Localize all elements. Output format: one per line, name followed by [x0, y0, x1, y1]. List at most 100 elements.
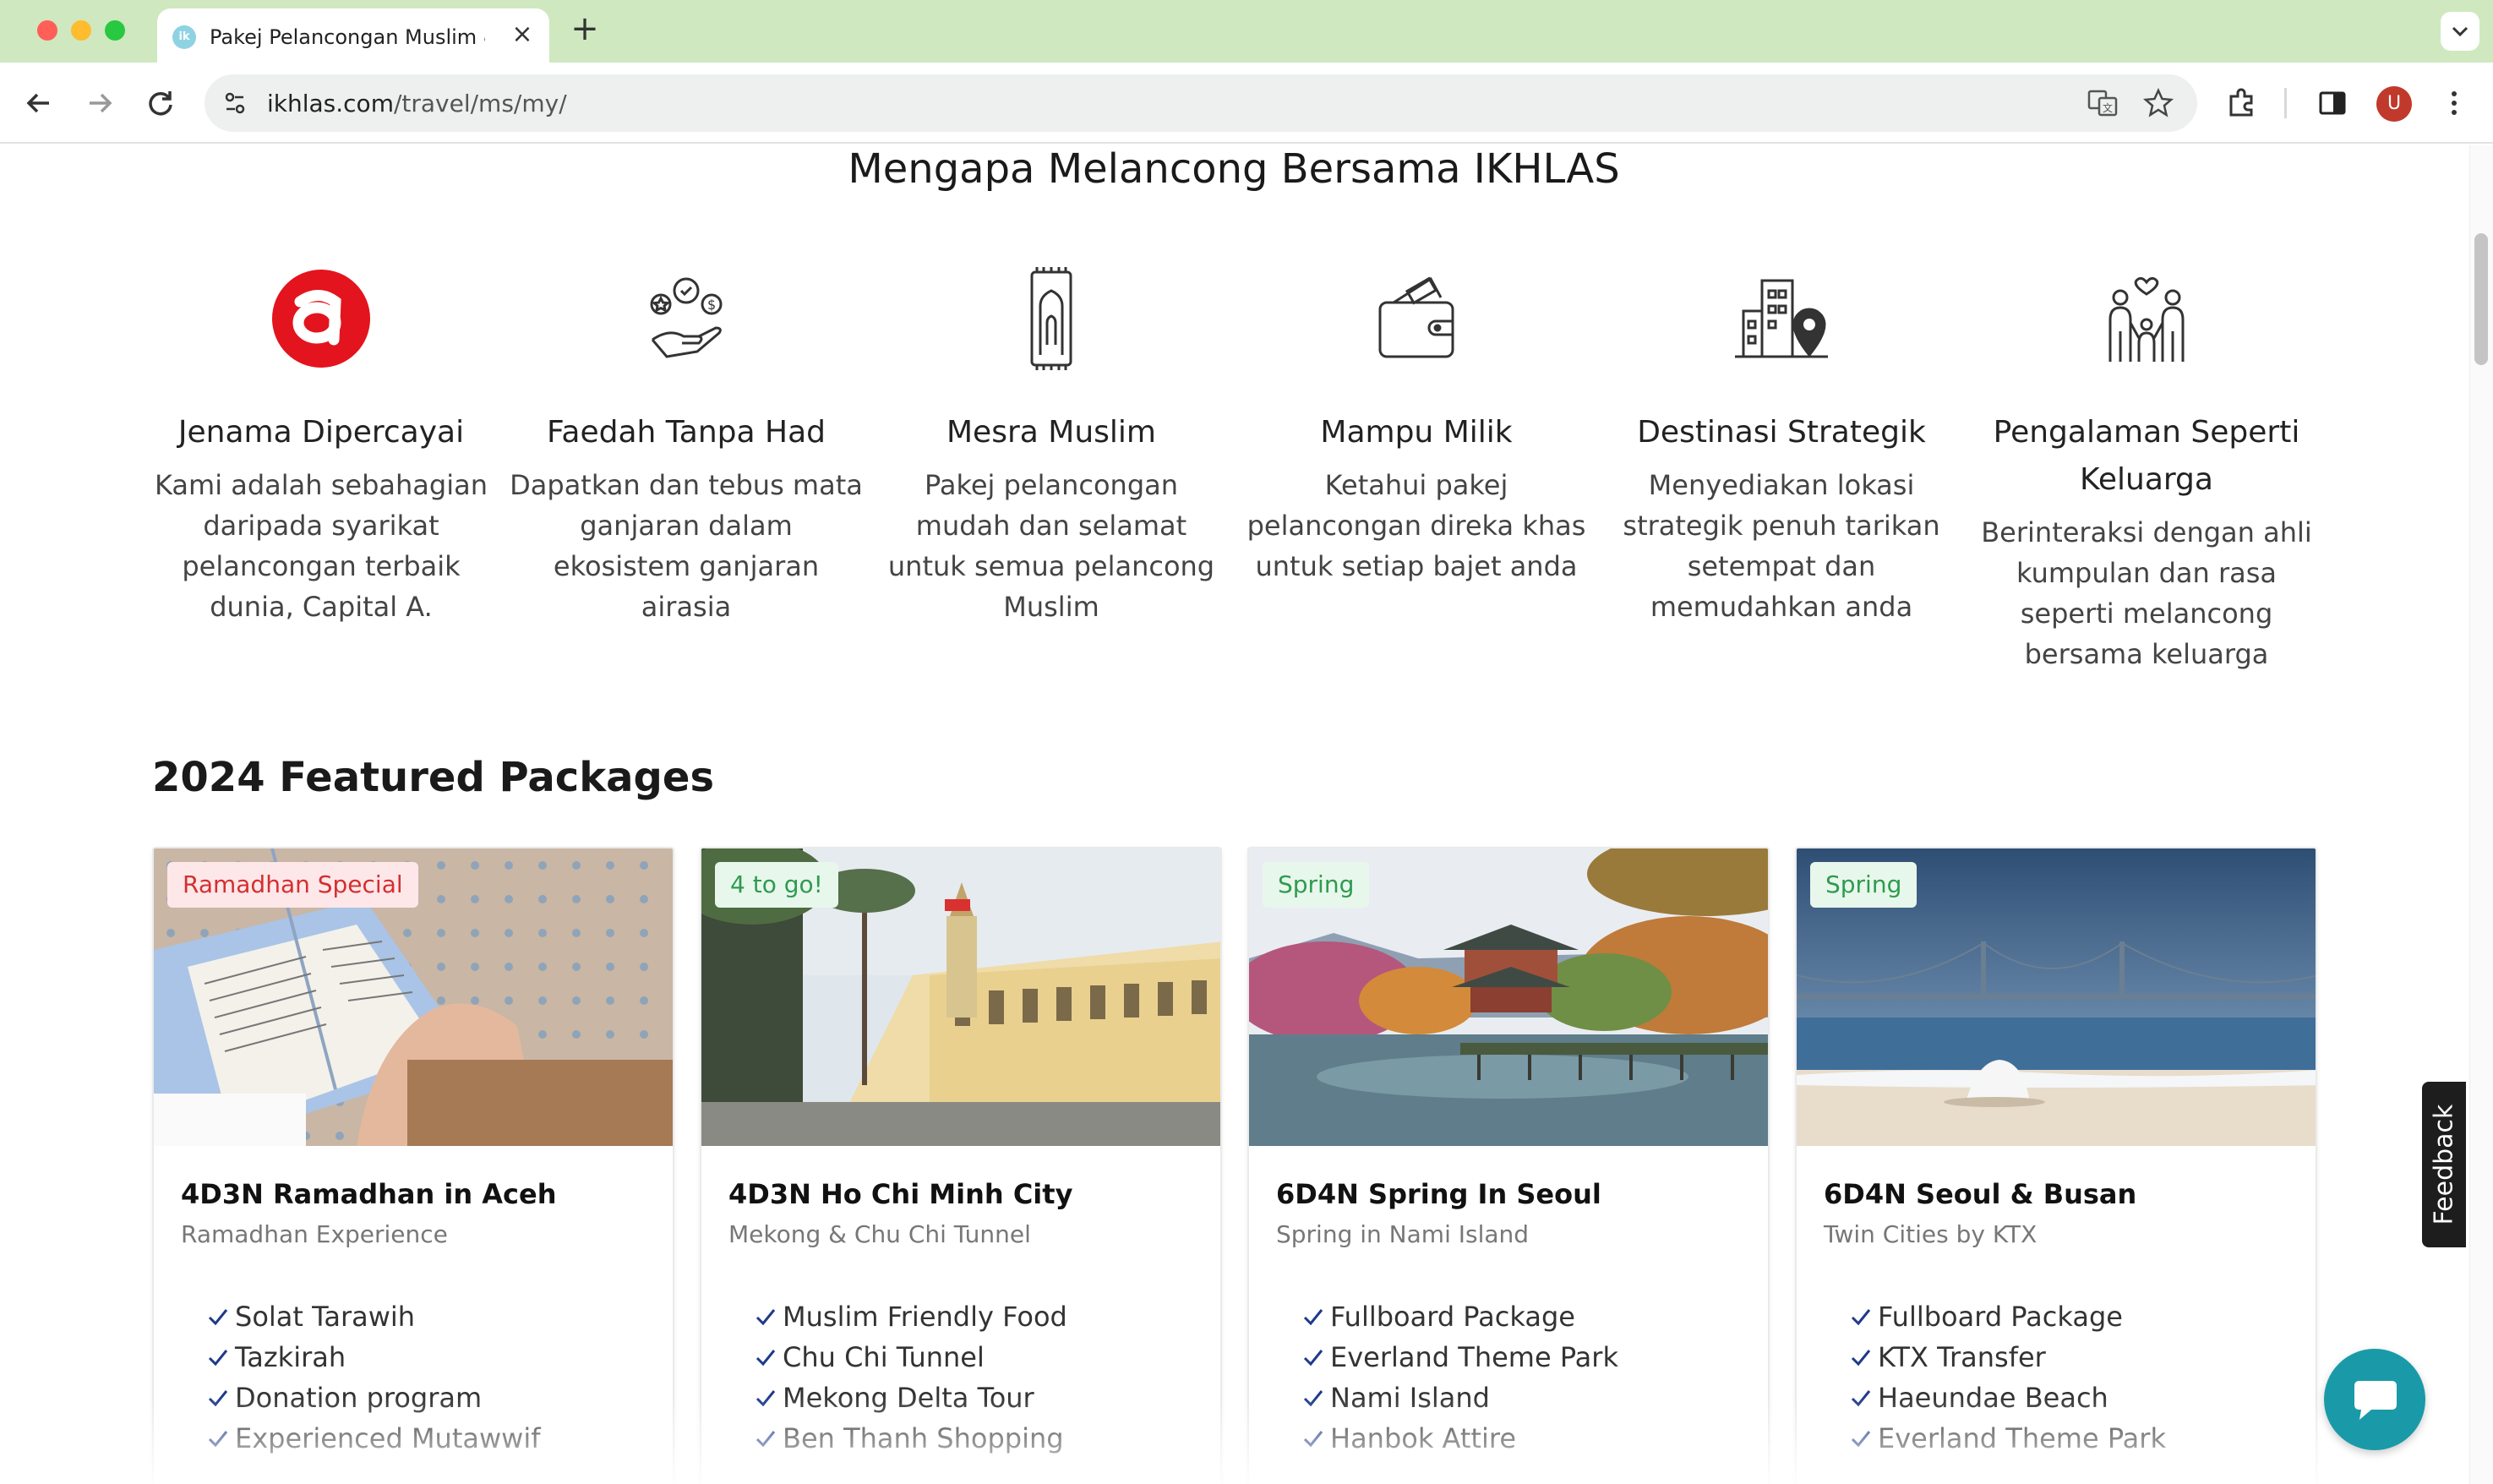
- back-button[interactable]: [19, 83, 59, 123]
- list-item: Solat Tarawih: [206, 1296, 540, 1337]
- list-item: Muslim Friendly Food: [754, 1296, 1067, 1337]
- tune-icon: [225, 92, 245, 114]
- feedback-tab[interactable]: Feedback: [2422, 1082, 2466, 1247]
- profile-avatar[interactable]: U: [2376, 86, 2412, 122]
- feature-affordable: Mampu Milik Ketahui pakej pelancongan di…: [1239, 264, 1594, 587]
- package-highlights: Solat Tarawih Tazkirah Donation program …: [206, 1296, 540, 1459]
- feature-description: Pakej pelancongan mudah dan selamat untu…: [887, 469, 1215, 623]
- feature-trusted-brand: Jenama Dipercayai Kami adalah sebahagian…: [144, 264, 499, 627]
- package-title[interactable]: 4D3N Ramadhan in Aceh: [181, 1178, 557, 1210]
- list-item: Everland Theme Park: [1849, 1418, 2166, 1459]
- highlight-text: Haeundae Beach: [1878, 1382, 2108, 1414]
- browser-tab-active[interactable]: ik Pakej Pelancongan Muslim & I ×: [157, 8, 549, 63]
- page-content: Mengapa Melancong Bersama IKHLAS Jenama …: [0, 145, 2493, 1484]
- list-item: Hanbok Attire: [1301, 1418, 1618, 1459]
- package-title[interactable]: 6D4N Seoul & Busan: [1824, 1178, 2136, 1210]
- package-highlights: Fullboard Package Everland Theme Park Na…: [1301, 1296, 1618, 1459]
- chat-button[interactable]: [2324, 1349, 2425, 1450]
- check-icon: [208, 1431, 228, 1448]
- list-item: Fullboard Package: [1301, 1296, 1618, 1337]
- url-domain: ikhlas.com: [267, 90, 394, 117]
- window-close-button[interactable]: [37, 20, 57, 41]
- url-path: /travel/ms/my/: [393, 90, 567, 117]
- package-card-aceh[interactable]: Ramadhan Special 4D3N Ramadhan in Aceh R…: [152, 847, 674, 1484]
- airasia-logo-icon: [272, 270, 370, 368]
- list-item: Ben Thanh Shopping: [754, 1418, 1067, 1459]
- scrollbar-thumb[interactable]: [2474, 233, 2488, 365]
- package-card-seoul-busan[interactable]: Spring 6D4N Seoul & Busan Twin Cities by…: [1795, 847, 2317, 1484]
- list-item: Chu Chi Tunnel: [754, 1337, 1067, 1378]
- chat-bubble-icon: [2354, 1381, 2397, 1420]
- package-title[interactable]: 6D4N Spring In Seoul: [1276, 1178, 1601, 1210]
- forward-button[interactable]: [79, 83, 120, 123]
- list-item: Mekong Delta Tour: [754, 1378, 1067, 1418]
- package-card-ho-chi-minh[interactable]: 4 to go! 4D3N Ho Chi Minh City Mekong & …: [700, 847, 1222, 1484]
- feature-title: Mampu Milik: [1320, 415, 1513, 450]
- reload-icon: [149, 91, 172, 116]
- page-scrollbar[interactable]: [2469, 145, 2493, 1484]
- address-bar[interactable]: ikhlas.com/travel/ms/my/ 文: [205, 74, 2197, 132]
- new-tab-button[interactable]: +: [568, 12, 602, 46]
- highlight-text: Fullboard Package: [1878, 1301, 2123, 1333]
- feature-strategic-destination: Destinasi Strategik Menyediakan lokasi s…: [1604, 264, 1959, 627]
- tab-title: Pakej Pelancongan Muslim & I: [210, 25, 485, 49]
- window-maximize-button[interactable]: [105, 20, 125, 41]
- arrow-right-icon: [90, 93, 112, 113]
- highlight-text: Solat Tarawih: [235, 1301, 416, 1333]
- check-icon: [1851, 1350, 1871, 1367]
- check-icon: [1303, 1350, 1323, 1367]
- check-icon: [1303, 1309, 1323, 1326]
- arrow-left-icon: [26, 93, 49, 113]
- feature-description: Menyediakan lokasi strategik penuh tarik…: [1623, 469, 1940, 623]
- package-badge: Ramadhan Special: [167, 862, 418, 908]
- toolbar-divider: [2284, 88, 2287, 118]
- side-panel-button[interactable]: [2316, 86, 2349, 120]
- package-badge: Spring: [1810, 862, 1917, 908]
- chevron-down-icon: [2452, 26, 2468, 37]
- why-section-title: Mengapa Melancong Bersama IKHLAS: [848, 145, 1620, 193]
- site-info-button[interactable]: [216, 85, 254, 122]
- list-item: Donation program: [206, 1378, 540, 1418]
- package-subtitle: Spring in Nami Island: [1276, 1220, 1530, 1248]
- package-badge: Spring: [1263, 862, 1370, 908]
- window-minimize-button[interactable]: [71, 20, 91, 41]
- browser-menu-button[interactable]: [2437, 86, 2471, 120]
- feature-title: Mesra Muslim: [946, 415, 1156, 450]
- feature-title: Faedah Tanpa Had: [546, 415, 826, 450]
- check-icon: [756, 1309, 776, 1326]
- list-item: Tazkirah: [206, 1337, 540, 1378]
- feature-description: Kami adalah sebahagian daripada syarikat…: [154, 469, 488, 623]
- package-highlights: Muslim Friendly Food Chu Chi Tunnel Meko…: [754, 1296, 1067, 1459]
- translate-icon: 文: [2087, 90, 2118, 117]
- check-icon: [1851, 1390, 1871, 1407]
- highlight-text: Everland Theme Park: [1878, 1422, 2166, 1454]
- extensions-button[interactable]: [2224, 86, 2258, 120]
- translate-button[interactable]: 文: [2086, 86, 2119, 120]
- highlight-text: Tazkirah: [235, 1341, 346, 1373]
- tab-close-icon[interactable]: ×: [509, 21, 536, 48]
- package-title[interactable]: 4D3N Ho Chi Minh City: [728, 1178, 1072, 1210]
- feature-title: Destinasi Strategik: [1637, 415, 1926, 450]
- highlight-text: Ben Thanh Shopping: [783, 1422, 1064, 1454]
- browser-tab-bar: ik Pakej Pelancongan Muslim & I × +: [0, 0, 2493, 63]
- check-icon: [1303, 1390, 1323, 1407]
- bookmark-button[interactable]: [2141, 86, 2175, 120]
- url-text: ikhlas.com/travel/ms/my/: [267, 90, 567, 117]
- package-card-seoul-spring[interactable]: Spring 6D4N Spring In Seoul Spring in Na…: [1247, 847, 1770, 1484]
- list-item: Haeundae Beach: [1849, 1378, 2166, 1418]
- list-item: Everland Theme Park: [1301, 1337, 1618, 1378]
- feature-unlimited-benefits: $ Faedah Tanpa Had Dapatkan dan tebus ma…: [509, 264, 864, 627]
- package-subtitle: Mekong & Chu Chi Tunnel: [728, 1220, 1031, 1248]
- highlight-text: Fullboard Package: [1330, 1301, 1575, 1333]
- more-vertical-icon: [2452, 91, 2457, 115]
- reload-button[interactable]: [140, 83, 181, 123]
- check-icon: [208, 1390, 228, 1407]
- package-badge: 4 to go!: [715, 862, 838, 908]
- highlight-text: Muslim Friendly Food: [783, 1301, 1067, 1333]
- list-item: KTX Transfer: [1849, 1337, 2166, 1378]
- feedback-label: Feedback: [2429, 1104, 2459, 1225]
- tab-search-button[interactable]: [2441, 12, 2479, 51]
- highlight-text: Hanbok Attire: [1330, 1422, 1516, 1454]
- puzzle-icon: [2229, 88, 2253, 117]
- list-item: Nami Island: [1301, 1378, 1618, 1418]
